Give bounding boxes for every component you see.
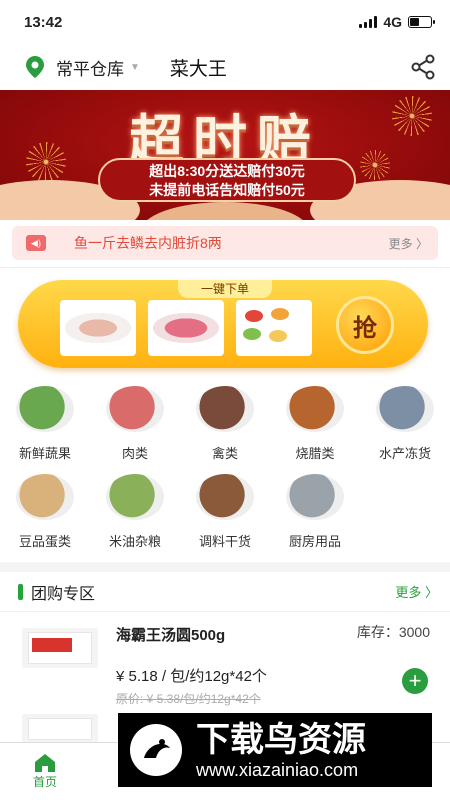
notice-text: 鱼一斤去鳞去内脏折8两 — [74, 235, 222, 251]
watermark: 下载鸟资源 www.xiazainiao.com — [118, 713, 432, 787]
divider — [0, 260, 450, 268]
network-label: 4G — [383, 14, 402, 30]
category-grid: 新鲜蔬果 肉类 禽类 烧腊类 水产冻货豆品蛋类 米油杂粮 调料干货 厨房用品 — [0, 386, 450, 550]
status-time: 13:42 — [24, 13, 63, 31]
section-marker — [18, 583, 23, 600]
meat-icon — [106, 386, 164, 432]
seasoning-icon — [196, 474, 254, 520]
watermark-title: 下载鸟资源 — [196, 720, 366, 759]
group-buy-title: 团购专区 — [31, 585, 96, 603]
warehouse-selector[interactable]: 常平仓库 — [56, 55, 124, 80]
minced-meat-image — [153, 313, 219, 343]
roast-meat-icon — [286, 386, 344, 432]
category-item[interactable]: 豆品蛋类 — [0, 474, 90, 550]
group-buy-more-link[interactable]: 更多 〉 — [395, 582, 438, 601]
vegetables-icon — [16, 386, 74, 432]
battery-icon — [408, 16, 435, 28]
speaker-icon: ◀) — [26, 235, 46, 251]
eggs-icon — [16, 474, 74, 520]
banner-terms: 超出8:30分送达赔付30元 未提前电话告知赔付50元 — [98, 158, 356, 202]
category-item[interactable]: 新鲜蔬果 — [0, 386, 90, 462]
notice-more-link[interactable]: 更多 〉 — [389, 235, 428, 252]
chevron-down-icon[interactable]: ▼ — [130, 62, 140, 73]
grab-button[interactable]: 抢 — [336, 296, 394, 354]
poultry-icon — [196, 386, 254, 432]
watermark-url: www.xiazainiao.com — [196, 759, 359, 780]
side-dishes-image — [241, 306, 307, 350]
product-stock: 库存：3000 — [356, 624, 430, 640]
add-to-cart-button[interactable]: + — [402, 668, 428, 694]
category-item[interactable]: 厨房用品 — [270, 474, 360, 550]
cloud-decoration — [140, 202, 310, 220]
category-label: 米油杂粮 — [108, 534, 161, 549]
meat-platter-image — [65, 313, 131, 343]
status-bar: 13:42 4G — [0, 0, 450, 44]
one-key-order-tag: 一键下单 — [178, 280, 272, 298]
category-label: 肉类 — [121, 446, 148, 461]
promo-banner[interactable]: 超时赔 超出8:30分送达赔付30元 未提前电话告知赔付50元 — [0, 90, 450, 220]
share-icon[interactable] — [410, 54, 436, 80]
category-label: 新鲜蔬果 — [18, 446, 71, 461]
product-item[interactable]: 海霸王汤圆500g ¥ 5.18 / 包/约12g*42个 原价: ¥ 5.38… — [0, 612, 450, 706]
store-name: 菜大王 — [169, 58, 227, 80]
group-buy-header: 团购专区 更多 〉 — [0, 572, 450, 612]
category-item[interactable]: 肉类 — [90, 386, 180, 462]
quick-order-image[interactable] — [60, 300, 136, 356]
product-image — [22, 628, 98, 668]
seafood-icon — [376, 386, 434, 432]
category-item[interactable]: 水产冻货 — [360, 386, 450, 462]
product-image — [22, 714, 98, 744]
quick-order-image[interactable] — [148, 300, 224, 356]
kitchenware-icon — [286, 474, 344, 520]
product-price: ¥ 5.18 / 包/约12g*42个 — [116, 668, 267, 685]
tab-home-label: 首页 — [32, 775, 57, 789]
category-label: 禽类 — [211, 446, 238, 461]
category-label: 烧腊类 — [295, 446, 335, 461]
category-label: 水产冻货 — [378, 446, 431, 461]
grain-icon — [106, 474, 164, 520]
category-item[interactable]: 烧腊类 — [270, 386, 360, 462]
home-icon — [35, 754, 55, 772]
banner-line: 未提前电话告知赔付50元 — [149, 182, 305, 198]
banner-line: 超出8:30分送达赔付30元 — [149, 163, 305, 179]
category-item[interactable]: 调料干货 — [180, 474, 270, 550]
bird-logo-icon — [130, 724, 182, 776]
category-item[interactable]: 禽类 — [180, 386, 270, 462]
app-header: 常平仓库 ▼ 菜大王 — [0, 44, 450, 90]
category-item[interactable]: 米油杂粮 — [90, 474, 180, 550]
one-key-order-panel[interactable]: 一键下单 抢 — [18, 280, 428, 368]
quick-order-image[interactable] — [236, 300, 312, 356]
category-label: 调料干货 — [198, 534, 251, 549]
location-pin-icon[interactable] — [26, 56, 44, 78]
tab-home[interactable]: 首页 — [0, 743, 90, 800]
signal-icon — [359, 16, 378, 28]
category-label: 厨房用品 — [288, 534, 341, 549]
category-label: 豆品蛋类 — [18, 534, 71, 549]
status-indicators: 4G — [359, 14, 435, 30]
notice-bar[interactable]: ◀) 鱼一斤去鳞去内脏折8两 更多 〉 — [12, 226, 438, 260]
section-separator — [0, 562, 450, 572]
